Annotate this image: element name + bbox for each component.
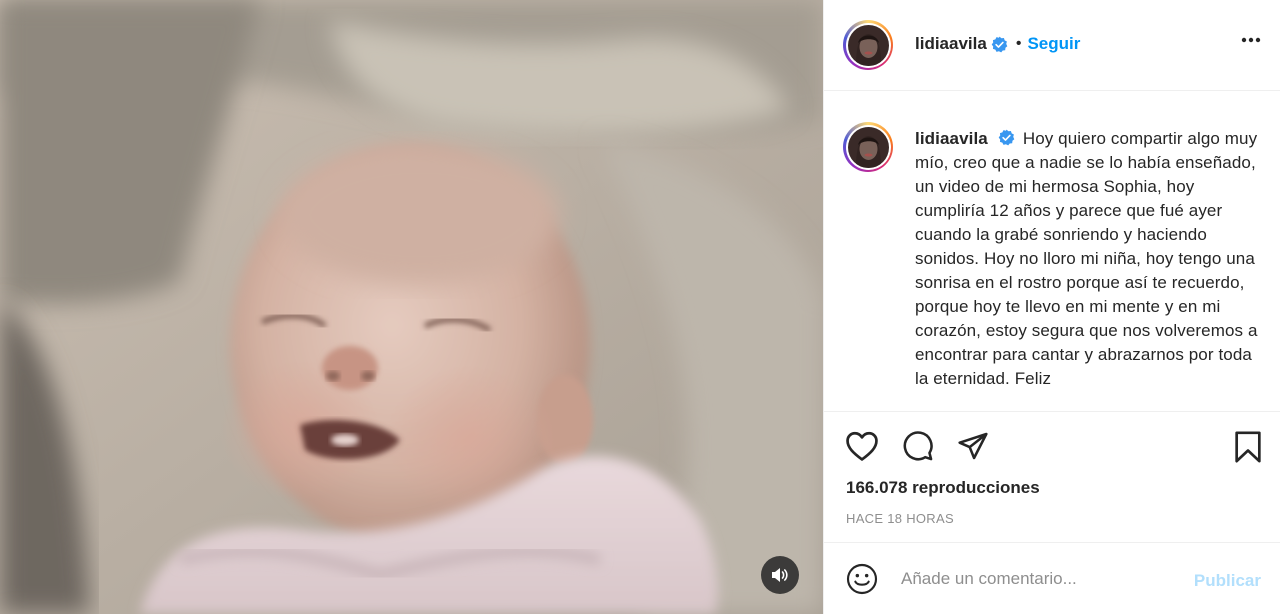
post-sidebar: lidiaavila • Seguir lidiaavila Hoy quier… [823,0,1280,614]
header-username[interactable]: lidiaavila [915,34,987,54]
avatar [847,126,889,168]
caption-avatar[interactable] [843,122,893,172]
heart-icon[interactable] [845,430,879,462]
comment-input[interactable] [901,569,1181,589]
audio-toggle-button[interactable] [761,556,799,594]
speaker-icon [772,568,788,582]
bookmark-icon[interactable] [1232,430,1264,464]
post-header: lidiaavila • Seguir [824,0,1280,91]
share-icon[interactable] [956,430,990,462]
comment-icon[interactable] [901,430,935,462]
caption-body: Hoy quiero compartir algo muy mío, creo … [915,129,1258,388]
caption-text: lidiaavila Hoy quiero compartir algo muy… [915,127,1265,391]
header-user-row: lidiaavila • Seguir [915,34,1080,54]
verified-badge-icon [998,129,1015,146]
verified-badge-icon [991,36,1008,52]
separator-dot: • [1015,35,1022,52]
video-frame [0,0,823,614]
follow-button[interactable]: Seguir [1027,34,1080,54]
timestamp[interactable]: HACE 18 HORAS [846,511,954,526]
publish-button[interactable]: Publicar [1194,571,1261,591]
caption-username[interactable]: lidiaavila [915,129,988,148]
more-options-icon[interactable] [1241,37,1261,43]
profile-avatar-story-ring[interactable] [843,20,893,70]
emoji-icon[interactable] [846,563,878,595]
caption-block: lidiaavila Hoy quiero compartir algo muy… [915,127,1265,391]
add-comment-bar: Publicar [824,542,1280,614]
post-media[interactable] [0,0,823,614]
view-count[interactable]: 166.078 reproducciones [846,478,1040,498]
avatar [847,24,889,66]
comments-area[interactable]: lidiaavila Hoy quiero compartir algo muy… [824,92,1280,410]
